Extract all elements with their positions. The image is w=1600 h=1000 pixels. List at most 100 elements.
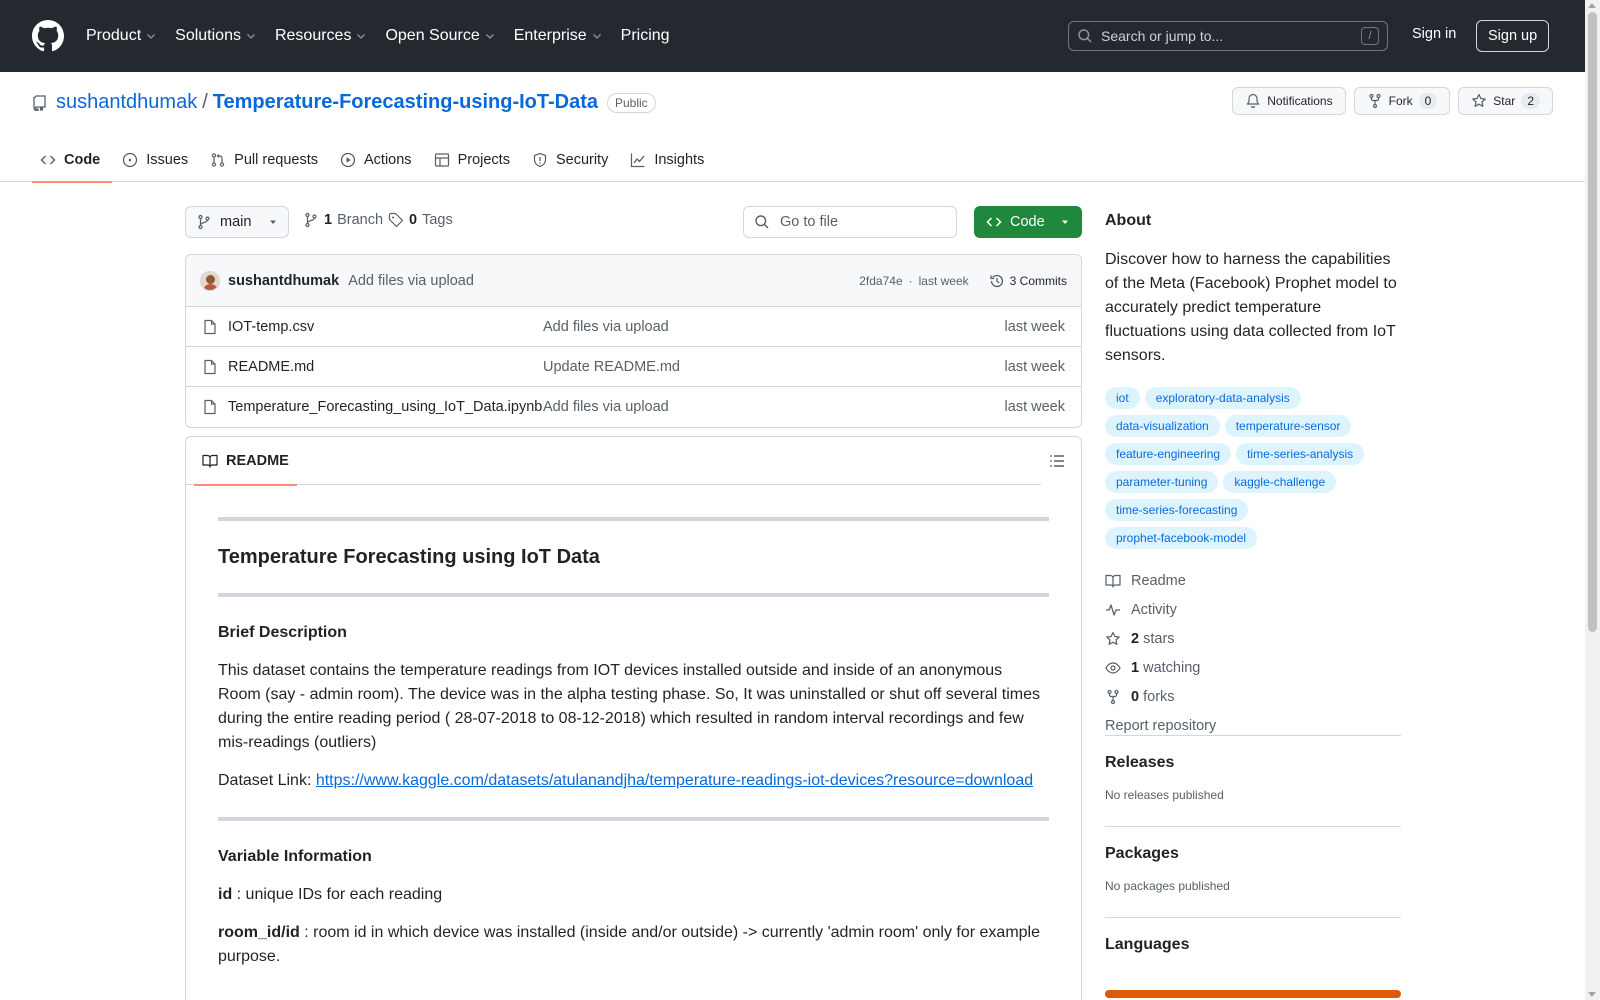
topics-list: iot exploratory-data-analysis data-visua… <box>1105 387 1401 549</box>
dataset-link[interactable]: https://www.kaggle.com/datasets/atulanan… <box>316 772 1033 789</box>
commit-hash-link[interactable]: 2fda74e <box>859 274 902 288</box>
book-icon <box>1105 574 1121 588</box>
branch-label: Branch <box>337 212 384 228</box>
star-button[interactable]: Star 2 <box>1458 87 1553 115</box>
fork-label: Fork <box>1388 94 1413 108</box>
file-name-link[interactable]: Temperature_Forecasting_using_IoT_Data.i… <box>228 399 543 415</box>
nav-pricing[interactable]: Pricing <box>621 27 670 45</box>
book-icon <box>202 454 218 468</box>
tab-security[interactable]: Security <box>524 138 620 182</box>
file-icon <box>204 319 216 334</box>
nav-solutions[interactable]: Solutions <box>175 27 257 45</box>
avatar[interactable] <box>200 270 220 291</box>
readme-tab[interactable]: README <box>194 437 297 486</box>
file-commit-message[interactable]: Add files via upload <box>543 319 843 335</box>
star-icon <box>1472 93 1487 107</box>
file-commit-message[interactable]: Add files via upload <box>543 399 843 415</box>
file-time: last week <box>1004 399 1065 415</box>
file-name-link[interactable]: IOT-temp.csv <box>228 319 543 335</box>
tab-pull-requests[interactable]: Pull requests <box>202 138 330 182</box>
table-icon <box>434 153 449 167</box>
fork-button[interactable]: Fork 0 <box>1353 87 1451 115</box>
brief-description-heading: Brief Description <box>218 624 347 641</box>
nav-enterprise[interactable]: Enterprise <box>514 27 603 45</box>
topic-tag[interactable]: kaggle-challenge <box>1223 471 1337 493</box>
sign-in-link[interactable]: Sign in <box>1412 26 1456 42</box>
forks-link[interactable]: 0 forks <box>1105 682 1216 711</box>
tab-label: Insights <box>654 152 705 168</box>
topic-tag[interactable]: feature-engineering <box>1105 443 1232 465</box>
shield-icon <box>533 152 547 168</box>
forks-label: forks <box>1143 688 1175 705</box>
watching-text: 1 watching <box>1131 660 1200 676</box>
languages-section: Languages <box>1105 917 1401 987</box>
code-download-button[interactable]: Code <box>974 206 1082 238</box>
file-row[interactable]: README.md Update README.md last week <box>186 347 1081 387</box>
tab-actions[interactable]: Actions <box>332 138 424 182</box>
topic-tag[interactable]: exploratory-data-analysis <box>1144 387 1301 409</box>
stars-text: 2 stars <box>1131 631 1175 647</box>
search-input[interactable]: Search or jump to... / <box>1068 21 1388 51</box>
history-icon <box>990 274 1003 287</box>
topic-tag[interactable]: time-series-forecasting <box>1105 499 1249 521</box>
file-name-link[interactable]: README.md <box>228 359 543 375</box>
repo-owner-link[interactable]: sushantdhumak <box>56 91 197 114</box>
fork-count: 0 <box>1418 93 1438 109</box>
scroll-down-arrow-icon[interactable] <box>1588 992 1596 997</box>
file-browser: sushantdhumak Add files via upload 2fda7… <box>185 254 1082 428</box>
file-row[interactable]: Temperature_Forecasting_using_IoT_Data.i… <box>186 387 1081 427</box>
stars-link[interactable]: 2 stars <box>1105 624 1216 653</box>
file-row[interactable]: IOT-temp.csv Add files via upload last w… <box>186 307 1081 347</box>
stars-count: 2 <box>1131 630 1140 647</box>
repo-header: sushantdhumak / Temperature-Forecasting-… <box>0 72 1585 183</box>
branch-selector[interactable]: main <box>185 206 289 238</box>
packages-heading[interactable]: Packages <box>1105 845 1401 863</box>
tab-projects[interactable]: Projects <box>426 138 522 182</box>
topic-tag[interactable]: parameter-tuning <box>1105 471 1219 493</box>
tags-link[interactable]: 0 Tags <box>388 212 453 228</box>
nav-open-source[interactable]: Open Source <box>385 27 495 45</box>
releases-heading[interactable]: Releases <box>1105 754 1401 772</box>
tab-code[interactable]: Code <box>32 138 113 183</box>
branches-link[interactable]: 1 Branch <box>303 212 383 228</box>
topic-tag[interactable]: prophet-facebook-model <box>1105 527 1258 549</box>
commits-history-link[interactable]: 3 Commits <box>989 273 1067 289</box>
topic-tag[interactable]: iot <box>1105 387 1140 409</box>
scroll-up-arrow-icon[interactable] <box>1588 3 1596 8</box>
nav-product[interactable]: Product <box>86 27 157 45</box>
commit-message-link[interactable]: Add files via upload <box>348 273 474 289</box>
notifications-button[interactable]: Notifications <box>1232 87 1346 115</box>
repo-tabs: Code Issues Pull requests Actions Projec… <box>32 138 718 183</box>
about-description: Discover how to harness the capabilities… <box>1105 251 1397 364</box>
readme-link-label: Readme <box>1131 572 1186 589</box>
sign-up-button[interactable]: Sign up <box>1476 20 1550 52</box>
scrollbar-thumb[interactable] <box>1588 12 1597 632</box>
code-icon <box>40 155 56 165</box>
star-icon <box>1106 631 1120 645</box>
activity-link[interactable]: Activity <box>1105 595 1216 624</box>
topic-tag[interactable]: temperature-sensor <box>1224 415 1352 437</box>
tab-issues[interactable]: Issues <box>114 138 200 182</box>
outline-list-icon[interactable] <box>1049 453 1065 469</box>
topic-tag[interactable]: time-series-analysis <box>1236 443 1365 465</box>
readme-link[interactable]: Readme <box>1105 566 1216 595</box>
nav-label: Pricing <box>620 27 670 44</box>
go-to-file-input[interactable]: Go to file <box>743 206 957 238</box>
page-scrollbar[interactable] <box>1585 0 1600 1000</box>
fork-icon <box>1107 689 1119 704</box>
repo-name-link[interactable]: Temperature-Forecasting-using-IoT-Data <box>213 91 598 114</box>
file-commit-message[interactable]: Update README.md <box>543 359 843 375</box>
tab-label: Projects <box>457 152 510 168</box>
bell-icon <box>1246 93 1260 109</box>
topic-tag[interactable]: data-visualization <box>1105 415 1220 437</box>
tab-insights[interactable]: Insights <box>622 138 716 182</box>
watching-link[interactable]: 1 watching <box>1105 653 1216 682</box>
commit-author-link[interactable]: sushantdhumak <box>228 273 339 289</box>
chevron-down-icon <box>247 34 255 39</box>
watching-label: watching <box>1143 659 1201 676</box>
github-logo-icon[interactable] <box>32 20 64 52</box>
nav-resources[interactable]: Resources <box>275 27 367 45</box>
horizontal-rule <box>218 817 1049 821</box>
about-heading: About <box>1105 212 1152 229</box>
visibility-badge: Public <box>607 92 656 113</box>
